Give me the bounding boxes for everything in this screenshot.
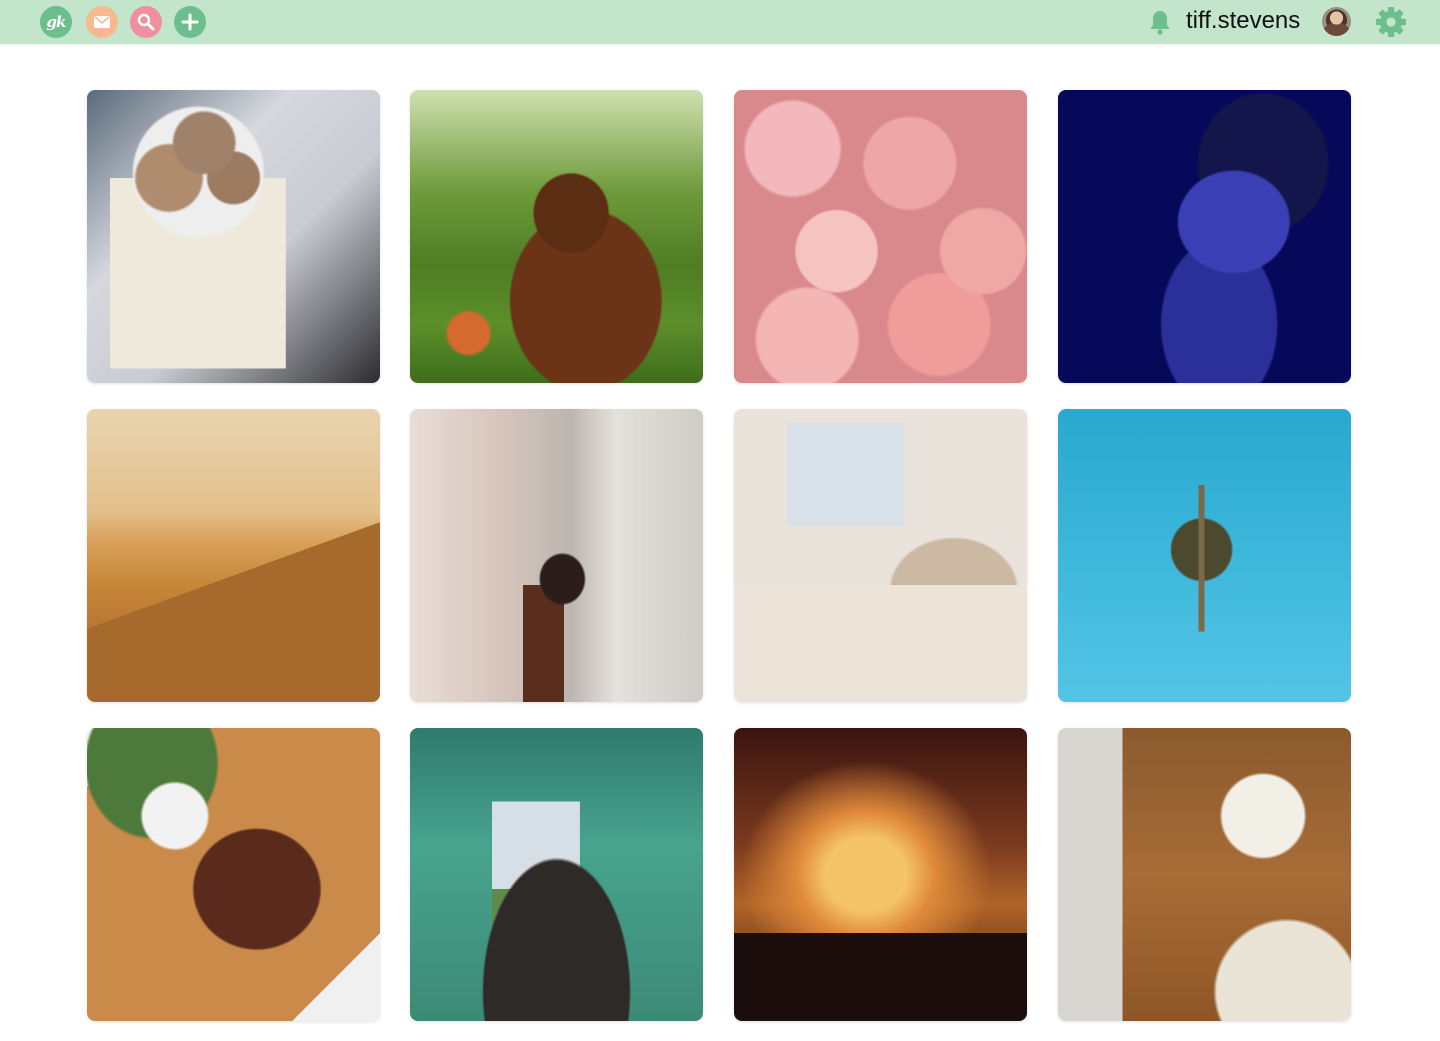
photo-living-room[interactable]: Bright living room with plants and guita…: [734, 409, 1027, 702]
photo-steak[interactable]: Grilled steak on a wooden board: [87, 728, 380, 1021]
photo-tent[interactable]: View from inside a tent toward the sea: [410, 728, 703, 1021]
search-icon: [137, 13, 155, 31]
photo-label: Palm tree against a blue sky: [1058, 409, 1059, 410]
logo-icon: gk: [46, 12, 67, 31]
photo-label: Woman leaning against a weathered wall: [410, 409, 411, 410]
photo-label: Grilled steak on a wooden board: [87, 728, 88, 729]
bell-icon[interactable]: [1146, 8, 1174, 36]
home-logo-button[interactable]: gk: [40, 6, 72, 38]
add-button[interactable]: [174, 6, 206, 38]
photo-table-setting[interactable]: Rustic dining table setting: [1058, 728, 1351, 1021]
photo-woman-wall[interactable]: Woman leaning against a weathered wall: [410, 409, 703, 702]
messages-button[interactable]: [86, 6, 118, 38]
photo-label: Pink ranunculus flowers: [734, 90, 735, 91]
top-bar: gk tiff.stevens: [0, 0, 1440, 44]
gear-icon[interactable]: [1374, 5, 1408, 39]
photo-label: Desert sand dunes at sunset: [87, 409, 88, 410]
photo-roses[interactable]: Pink ranunculus flowers: [734, 90, 1027, 383]
photo-concert[interactable]: Concert crowd with raised hands: [734, 728, 1027, 1021]
photo-label: Bright living room with plants and guita…: [734, 409, 735, 410]
photo-label: Concert crowd with raised hands: [734, 728, 735, 729]
photo-label: View from inside a tent toward the sea: [410, 728, 411, 729]
photo-glitter-portrait[interactable]: Woman with blue glitter body paint: [1058, 90, 1351, 383]
search-button[interactable]: [130, 6, 162, 38]
photo-dog[interactable]: Brown dog lying on grass with a ball: [410, 90, 703, 383]
photo-label: Brown dog lying on grass with a ball: [410, 90, 411, 91]
photo-cookies[interactable]: Cookies in a bowl on an open book with a…: [87, 90, 380, 383]
username[interactable]: tiff.stevens: [1186, 6, 1300, 36]
photo-palm-tree[interactable]: Palm tree against a blue sky: [1058, 409, 1351, 702]
photo-desert[interactable]: Desert sand dunes at sunset: [87, 409, 380, 702]
add-icon: [181, 13, 199, 31]
photo-label: Cookies in a bowl on an open book with a…: [87, 90, 88, 91]
mail-icon: [94, 16, 110, 28]
photo-label: Rustic dining table setting: [1058, 728, 1059, 729]
avatar[interactable]: [1322, 7, 1351, 36]
photo-label: Woman with blue glitter body paint: [1058, 90, 1059, 91]
